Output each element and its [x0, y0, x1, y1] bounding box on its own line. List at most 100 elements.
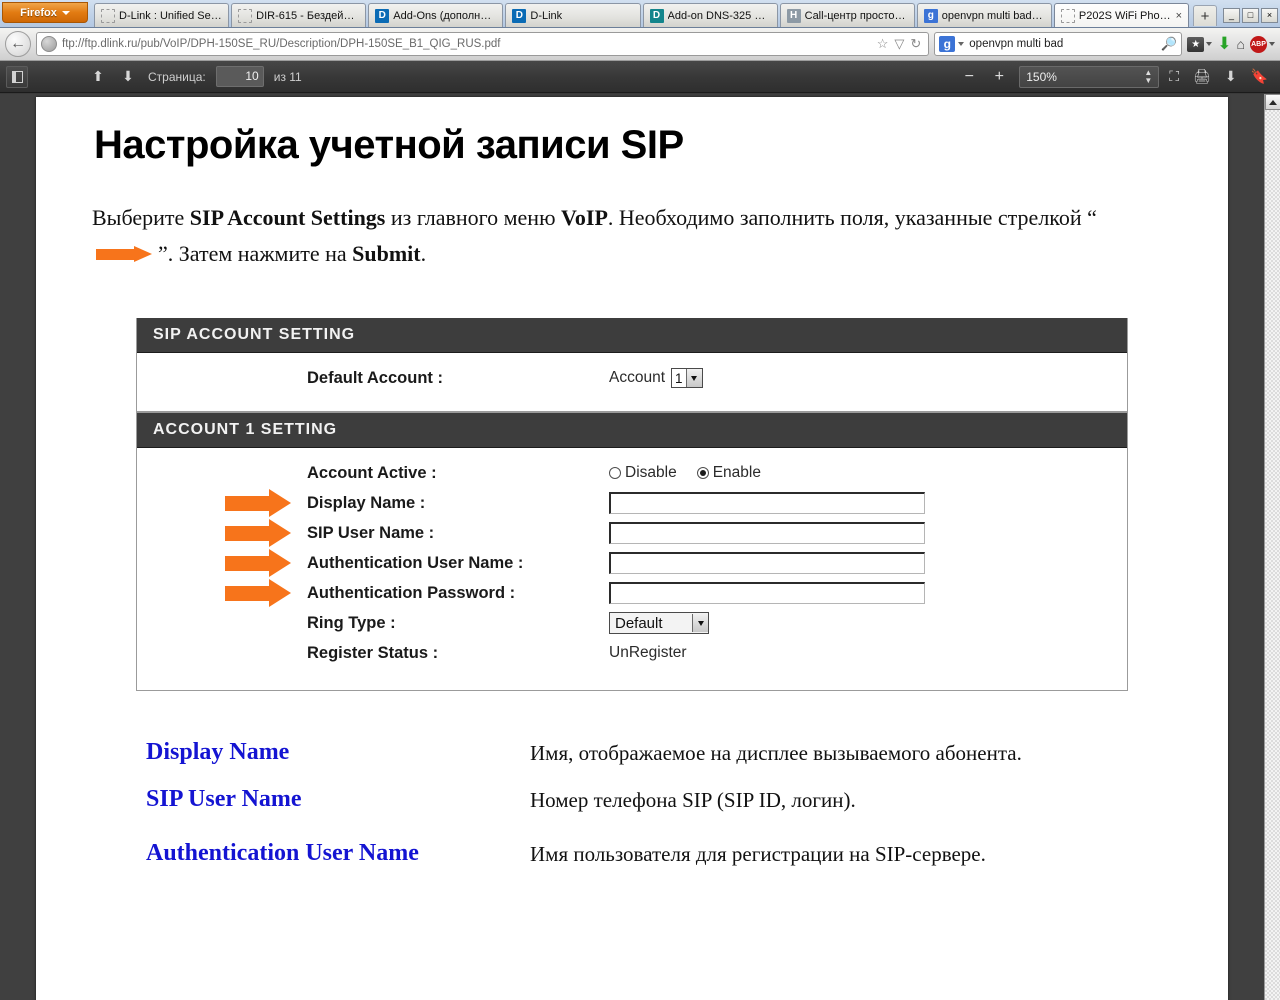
dropmarker-icon[interactable]: ▽ [894, 36, 904, 52]
tab-title: DIR-615 - Бездейст... [256, 9, 360, 22]
reload-icon[interactable]: ↻ [910, 36, 921, 52]
address-bar[interactable]: ftp://ftp.dlink.ru/pub/VoIP/DPH-150SE_RU… [36, 32, 930, 56]
browser-tab[interactable]: DIR-615 - Бездейст... [231, 3, 367, 27]
browser-tab[interactable]: D Add-Ons (дополнит... [368, 3, 504, 27]
url-text: ftp://ftp.dlink.ru/pub/VoIP/DPH-150SE_RU… [62, 38, 501, 50]
firefox-menu-button[interactable]: Firefox [2, 2, 88, 23]
minimize-button[interactable]: _ [1223, 8, 1240, 23]
address-bar-icons: ☆ ▽ ↻ [874, 36, 925, 52]
tab-title: openvpn multi bad - ... [941, 9, 1045, 22]
google-search-icon[interactable]: g [939, 36, 956, 52]
fullscreen-icon[interactable]: ⛶ [1169, 68, 1179, 85]
page-number-input[interactable]: 10 [215, 66, 264, 87]
enable-label: Enable [712, 464, 761, 482]
definition-description: Номер телефона SIP (SIP ID, логин). [530, 788, 856, 813]
page-title: Настройка учетной записи SIP [94, 123, 684, 167]
tab-title: Call-центр просто и... [804, 9, 908, 22]
search-input[interactable]: openvpn multi bad [969, 38, 1163, 50]
adblock-button[interactable]: ABP [1250, 31, 1275, 57]
authentication-password-input[interactable] [609, 582, 925, 605]
star-icon: ★ [1187, 36, 1205, 52]
chevron-down-icon [61, 10, 70, 15]
page-count-label: из 11 [273, 69, 302, 84]
next-page-icon[interactable]: ⬇ [118, 68, 138, 85]
definition-term: Display Name [146, 738, 290, 765]
zoom-select[interactable]: 150% ▲ ▼ [1019, 65, 1160, 88]
sip-account-setting-body: Default Account : Account 1 [137, 353, 1127, 413]
zoom-in-button[interactable]: + [989, 68, 1009, 86]
register-status-value: UnRegister [609, 644, 687, 662]
bookmark-star-icon[interactable]: ☆ [877, 36, 889, 52]
page-label: Страница: [148, 69, 206, 84]
authentication-password-row: Authentication Password : [137, 579, 1127, 608]
tab-title: P202S WiFi Phon... [1078, 9, 1172, 22]
ring-type-label: Ring Type : [307, 613, 396, 632]
placeholder-favicon-icon [101, 8, 115, 23]
default-account-value: Account 1 [609, 368, 703, 389]
account-active-enable-option[interactable]: Enable [696, 464, 761, 482]
tab-title: Add-Ons (дополнит... [393, 9, 497, 22]
pdf-page: Настройка учетной записи SIP Выберите SI… [36, 97, 1228, 1000]
chevron-down-icon [692, 614, 708, 633]
close-tab-icon[interactable]: × [1176, 10, 1182, 22]
definition-item: Display Name Имя, отображаемое на диспле… [146, 739, 1228, 769]
para-text-3: . Необходимо заполнить поля, указанные с… [607, 205, 1097, 230]
orange-arrow-icon [225, 489, 291, 518]
browser-tab-active[interactable]: P202S WiFi Phon... × [1053, 3, 1189, 27]
account-prefix-label: Account [609, 369, 666, 387]
spinner-icon: ▲ ▼ [1144, 67, 1153, 85]
disable-label: Disable [625, 464, 677, 482]
account-active-label: Account Active : [307, 463, 437, 482]
back-button[interactable]: ← [5, 31, 31, 57]
orange-arrow-icon [225, 579, 291, 608]
navigation-toolbar: ← ftp://ftp.dlink.ru/pub/VoIP/DPH-150SE_… [0, 28, 1280, 61]
tab-title: D-Link : Unified Servi... [119, 9, 223, 22]
register-status-row: Register Status : UnRegister [137, 640, 1127, 667]
maximize-button[interactable]: □ [1242, 8, 1259, 23]
chevron-down-icon[interactable] [958, 42, 965, 46]
print-icon[interactable]: 🖨 [1193, 68, 1211, 85]
tab-strip: Firefox D-Link : Unified Servi... DIR-61… [0, 0, 1280, 28]
new-tab-button[interactable]: + [1193, 5, 1217, 26]
radio-checked-icon [696, 467, 709, 480]
pdf-tool-icons: ⛶ 🖨 ⬇ 🔖 [1169, 68, 1274, 85]
bookmarks-menu-button[interactable]: ★ [1187, 31, 1213, 57]
account-active-disable-option[interactable]: Disable [609, 464, 677, 482]
vertical-scrollbar[interactable] [1264, 94, 1280, 1000]
intro-paragraph: Выберите SIP Account Settings из главног… [92, 200, 1132, 273]
browser-tab[interactable]: D Add-on DNS-325 & ... [642, 3, 778, 27]
browser-tab[interactable]: H Call-центр просто и... [779, 3, 915, 27]
ring-type-selected-value: Default [615, 614, 663, 632]
previous-page-icon[interactable]: ⬆ [88, 68, 108, 85]
default-account-select[interactable]: 1 [671, 368, 703, 389]
sidebar-toggle-icon[interactable] [6, 65, 28, 88]
download-icon[interactable]: ⬇ [1225, 68, 1237, 85]
account-active-value: Disable Enable [609, 464, 775, 482]
browser-tab[interactable]: g openvpn multi bad - ... [916, 3, 1052, 27]
downloads-button[interactable]: ⬇ [1217, 31, 1231, 57]
home-button[interactable]: ⌂ [1237, 31, 1245, 57]
orange-arrow-icon [225, 549, 291, 578]
router-ui-screenshot: SIP ACCOUNT SETTING Default Account : Ac… [136, 317, 1128, 691]
browser-tab[interactable]: D D-Link [505, 3, 641, 27]
authentication-user-name-row: Authentication User Name : [137, 549, 1127, 578]
pdf-viewer: Настройка учетной записи SIP Выберите SI… [0, 94, 1280, 1000]
authentication-user-name-input[interactable] [609, 552, 925, 575]
download-arrow-icon: ⬇ [1217, 34, 1232, 53]
home-icon: ⌂ [1236, 36, 1245, 52]
definition-item: Authentication User Name Имя пользовател… [146, 840, 1228, 870]
bookmark-icon[interactable]: 🔖 [1251, 68, 1268, 85]
search-submit-icon[interactable]: 🔍 [1161, 36, 1177, 52]
scroll-up-button[interactable] [1265, 94, 1280, 110]
sip-user-name-input[interactable] [609, 522, 925, 545]
browser-tab[interactable]: D-Link : Unified Servi... [94, 3, 230, 27]
zoom-out-button[interactable]: − [959, 68, 979, 86]
para-text-5: . [420, 241, 427, 267]
adblock-icon: ABP [1250, 35, 1267, 53]
display-name-input[interactable] [609, 492, 925, 515]
default-account-row: Default Account : Account 1 [137, 365, 1127, 392]
ring-type-select[interactable]: Default [609, 612, 709, 635]
close-window-button[interactable]: × [1261, 8, 1278, 23]
default-account-selected-value: 1 [675, 370, 683, 386]
search-bar[interactable]: g openvpn multi bad 🔍 [934, 32, 1183, 56]
